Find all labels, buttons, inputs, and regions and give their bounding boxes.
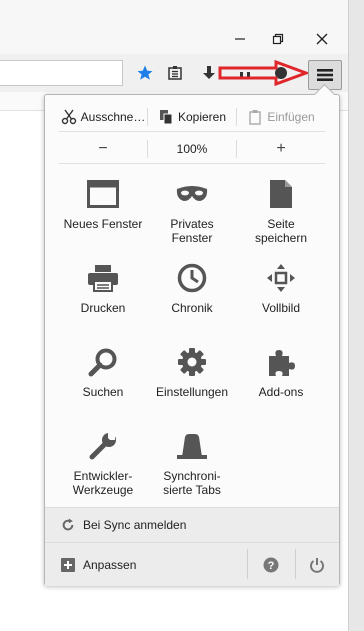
restore-button[interactable] <box>258 28 298 50</box>
sync-label: Bei Sync anmelden <box>83 518 187 532</box>
synced-tabs-button[interactable]: Synchroni- sierte Tabs <box>148 425 236 505</box>
title-bar <box>0 0 348 54</box>
scissors-icon <box>61 109 76 125</box>
addons-button[interactable]: Add-ons <box>237 341 325 421</box>
footer-bar: Anpassen ? <box>45 542 339 586</box>
new-window-button[interactable]: Neues Fenster <box>59 173 147 253</box>
divider <box>295 549 296 579</box>
save-page-button[interactable]: Seite speichern <box>237 173 325 253</box>
gear-icon <box>178 348 206 376</box>
wrench-icon <box>89 433 116 460</box>
copy-icon <box>159 110 173 125</box>
navigation-toolbar <box>0 54 348 93</box>
print-button[interactable]: Drucken <box>59 257 147 337</box>
developer-tools-label: Entwickler- Werkzeuge <box>72 469 134 497</box>
svg-text:?: ? <box>268 560 275 572</box>
cut-label: Ausschne… <box>80 110 146 124</box>
clipboard-icon <box>249 110 262 125</box>
clock-icon <box>177 263 207 293</box>
printer-icon <box>88 265 118 292</box>
print-label: Drucken <box>80 301 126 315</box>
power-icon <box>310 558 324 573</box>
private-window-button[interactable]: Privates Fenster <box>148 173 236 253</box>
annotation-arrow-icon <box>218 60 310 86</box>
divider <box>59 163 325 164</box>
history-label: Chronik <box>171 301 213 315</box>
bookmarks-list-icon[interactable] <box>164 62 186 84</box>
private-mask-icon <box>176 186 208 201</box>
plus-box-icon <box>61 557 75 572</box>
help-icon: ? <box>263 557 279 573</box>
developer-tools-button[interactable]: Entwickler- Werkzeuge <box>59 425 147 505</box>
sync-signin-button[interactable]: Bei Sync anmelden <box>45 507 339 542</box>
hamburger-icon <box>317 69 333 81</box>
fullscreen-icon <box>267 264 295 292</box>
url-bar[interactable] <box>0 60 123 86</box>
bookmark-star-icon[interactable] <box>134 62 156 84</box>
puzzle-piece-icon <box>269 350 295 376</box>
synced-tabs-icon <box>177 434 207 459</box>
page-icon <box>270 180 292 208</box>
divider <box>247 549 248 579</box>
copy-label: Kopieren <box>177 110 227 124</box>
copy-button[interactable]: Kopieren <box>148 105 236 129</box>
settings-button[interactable]: Einstellungen <box>148 341 236 421</box>
zoom-reset-button[interactable]: 100% <box>148 142 236 156</box>
customize-button[interactable]: Anpassen <box>61 557 137 572</box>
find-label: Suchen <box>82 385 124 399</box>
paste-button[interactable]: Einfügen <box>237 105 325 129</box>
save-page-label: Seite speichern <box>254 217 308 245</box>
customize-label: Anpassen <box>83 557 137 572</box>
fullscreen-button[interactable]: Vollbild <box>237 257 325 337</box>
edit-controls: Ausschne… Kopieren Einfügen <box>59 105 325 129</box>
paste-label: Einfügen <box>267 110 315 124</box>
quit-button[interactable] <box>307 555 327 575</box>
zoom-controls: − 100% + <box>59 137 325 161</box>
settings-label: Einstellungen <box>155 385 229 399</box>
help-button[interactable]: ? <box>261 555 281 575</box>
magnifier-icon <box>88 348 117 377</box>
divider <box>59 131 325 132</box>
window-edge <box>348 0 364 631</box>
synced-tabs-label: Synchroni- sierte Tabs <box>163 469 221 497</box>
window-icon <box>87 180 119 208</box>
sync-icon <box>62 518 74 531</box>
history-button[interactable]: Chronik <box>148 257 236 337</box>
main-menu-panel: Ausschne… Kopieren Einfügen − 100% + Neu… <box>44 83 340 586</box>
find-button[interactable]: Suchen <box>59 341 147 421</box>
close-window-button[interactable] <box>302 28 342 50</box>
private-window-label: Privates Fenster <box>170 217 214 245</box>
cut-button[interactable]: Ausschne… <box>59 105 147 129</box>
fullscreen-label: Vollbild <box>261 301 301 315</box>
addons-label: Add-ons <box>258 385 304 399</box>
zoom-out-button[interactable]: − <box>59 140 147 158</box>
zoom-in-button[interactable]: + <box>237 140 325 158</box>
minimize-button[interactable] <box>220 28 260 50</box>
new-window-label: Neues Fenster <box>63 217 143 231</box>
